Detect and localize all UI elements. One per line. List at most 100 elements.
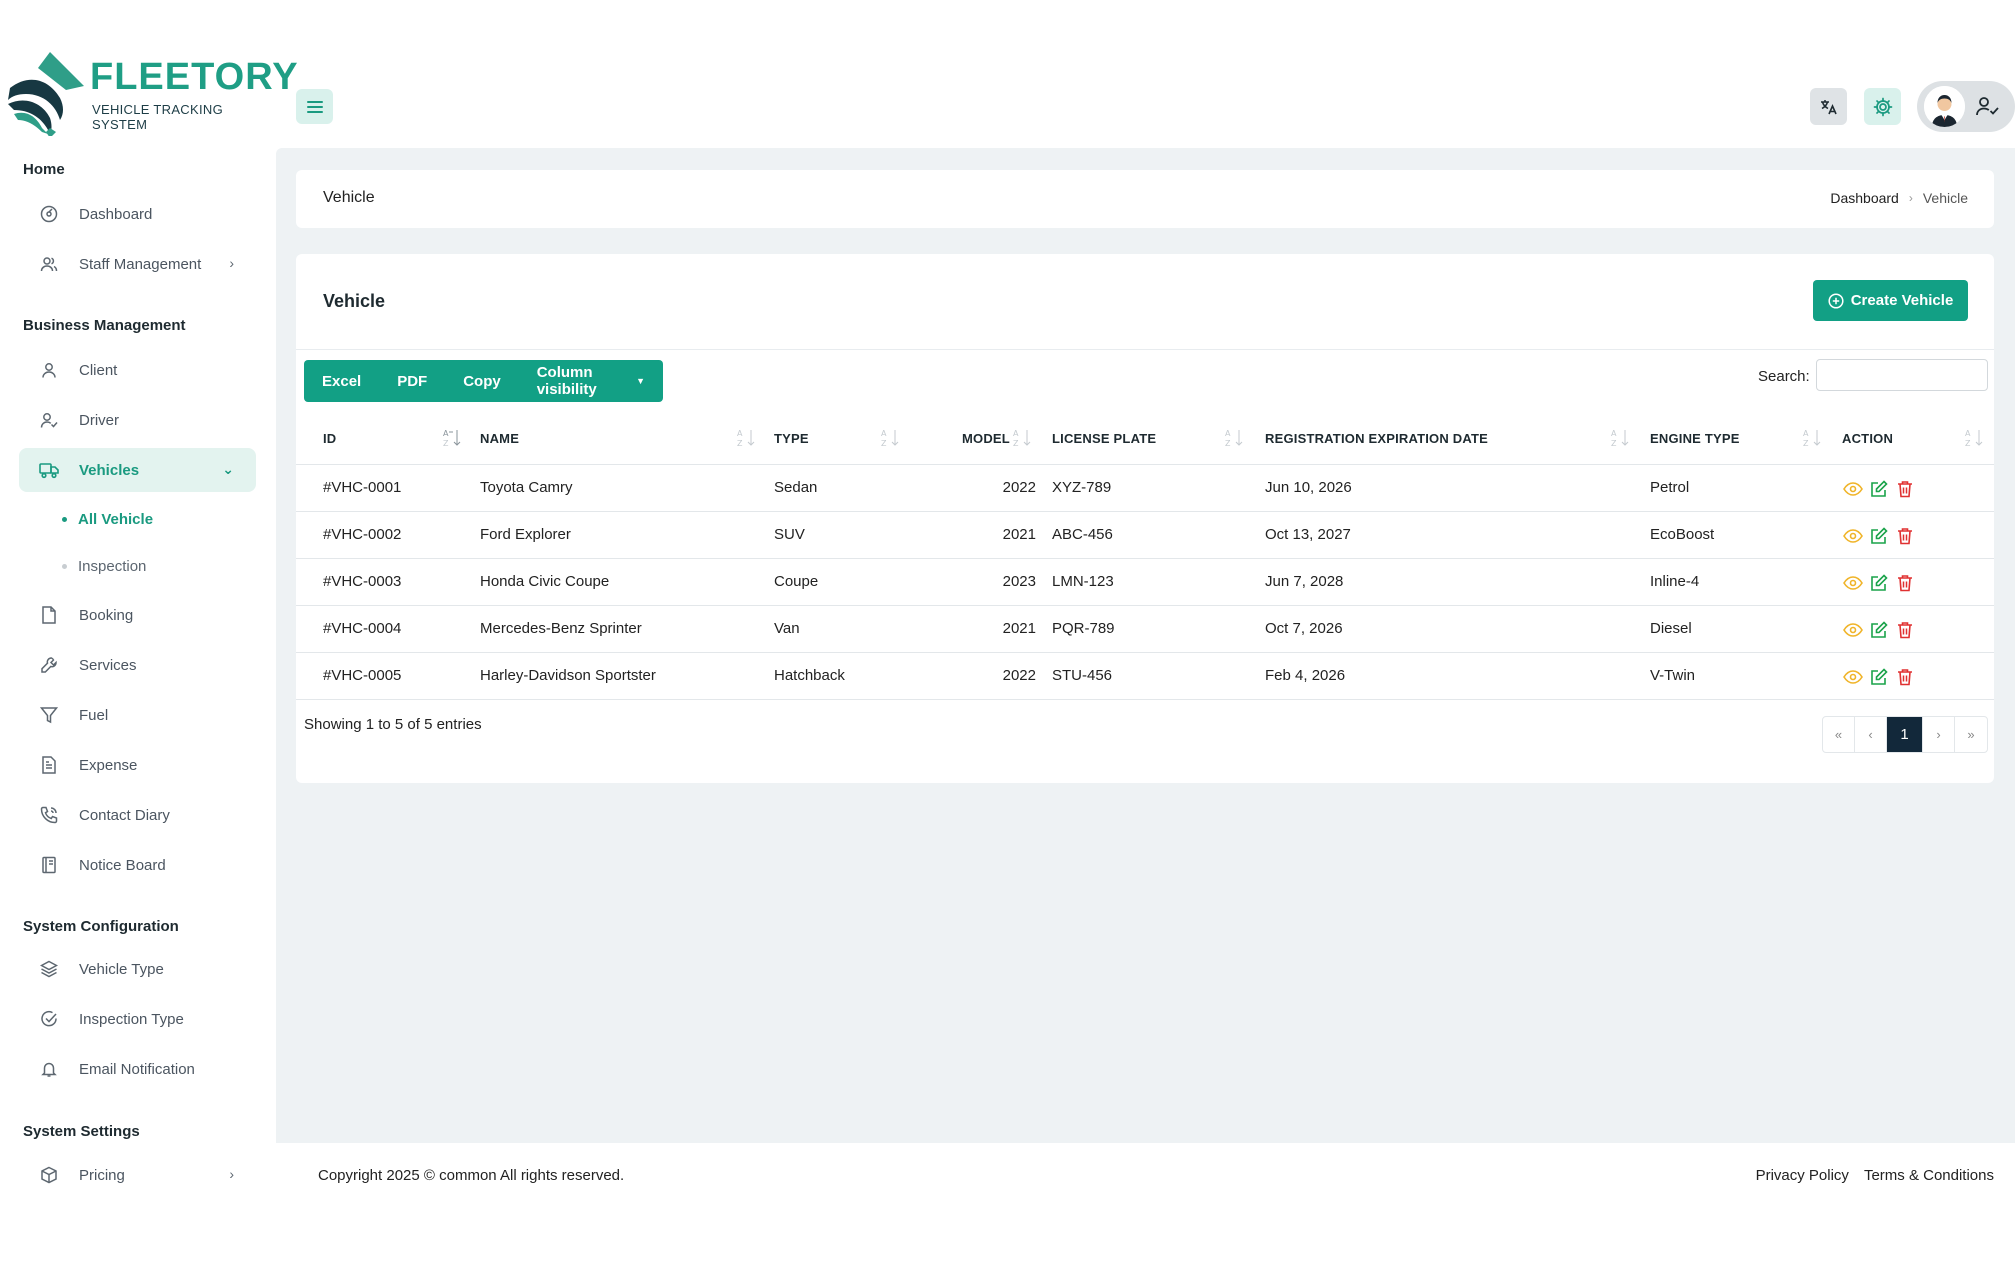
footer-copyright: Copyright 2025 © common All rights reser… [318, 1167, 625, 1184]
sort-icon[interactable]: AZ [1224, 427, 1246, 449]
cell-type: Van [774, 620, 800, 637]
row-actions [1842, 666, 1916, 688]
edit-icon[interactable] [1868, 478, 1890, 500]
cell-engine-type: Petrol [1650, 479, 1690, 496]
sidebar-item-vehicle-type[interactable]: Vehicle Type [19, 947, 256, 991]
column-header-registration-expiration-date[interactable]: REGISTRATION EXPIRATION DATE [1265, 431, 1488, 446]
table-row: #VHC-0002 Ford Explorer SUV 2021 ABC-456… [296, 512, 1994, 559]
file-icon [39, 605, 59, 625]
sidebar-item-label: Dashboard [79, 205, 153, 223]
row-actions [1842, 572, 1916, 594]
svg-text:A: A [443, 429, 449, 438]
sidebar-item-label: Vehicle Type [79, 960, 164, 978]
sidebar-item-dashboard[interactable]: Dashboard [19, 192, 256, 236]
menu-toggle-button[interactable] [296, 89, 333, 124]
column-header-name[interactable]: NAME [480, 431, 519, 446]
column-header-id[interactable]: ID [323, 431, 336, 446]
terms-conditions-link[interactable]: Terms & Conditions [1864, 1167, 1994, 1184]
sidebar-subitem-all-vehicle[interactable]: All Vehicle [62, 504, 153, 534]
user-menu-button[interactable] [1917, 81, 2015, 132]
pagination-last-button[interactable]: » [1955, 717, 1987, 752]
sidebar-item-services[interactable]: Services [19, 643, 256, 687]
check-circle-icon [39, 1009, 59, 1029]
table-row: #VHC-0003 Honda Civic Coupe Coupe 2023 L… [296, 559, 1994, 606]
user-icon [39, 360, 59, 380]
sidebar-subitem-inspection[interactable]: Inspection [62, 551, 146, 581]
sort-ascending-icon[interactable]: AZ [442, 427, 464, 449]
sort-icon[interactable]: AZ [736, 427, 758, 449]
column-header-action: ACTION [1842, 431, 1894, 446]
view-eye-icon[interactable] [1842, 666, 1864, 688]
column-header-model[interactable]: MODEL [962, 431, 1010, 446]
box-icon [39, 1165, 59, 1185]
delete-trash-icon[interactable] [1894, 619, 1916, 641]
sidebar-item-fuel[interactable]: Fuel [19, 693, 256, 737]
sidebar-item-driver[interactable]: Driver [19, 398, 256, 442]
layers-icon [39, 959, 59, 979]
sidebar-item-pricing[interactable]: Pricing › [19, 1153, 256, 1197]
cell-model: 2023 [1002, 573, 1036, 590]
pagination-prev-button[interactable]: ‹ [1855, 717, 1887, 752]
delete-trash-icon[interactable] [1894, 572, 1916, 594]
view-eye-icon[interactable] [1842, 572, 1864, 594]
sort-icon[interactable]: AZ [1964, 427, 1986, 449]
edit-icon[interactable] [1868, 572, 1890, 594]
sidebar-item-label: Notice Board [79, 856, 166, 874]
search-input[interactable] [1816, 359, 1988, 391]
sidebar-item-contact-diary[interactable]: Contact Diary [19, 793, 256, 837]
sidebar-item-email-notification[interactable]: Email Notification [19, 1047, 256, 1091]
sidebar-item-inspection-type[interactable]: Inspection Type [19, 997, 256, 1041]
cell-type: SUV [774, 526, 805, 543]
view-eye-icon[interactable] [1842, 525, 1864, 547]
column-visibility-button[interactable]: Column visibility ▼ [519, 360, 663, 402]
sort-icon[interactable]: AZ [1012, 427, 1034, 449]
sidebar-item-notice-board[interactable]: Notice Board [19, 843, 256, 887]
sidebar-item-staff-management[interactable]: Staff Management › [19, 242, 256, 286]
cell-id: #VHC-0005 [323, 667, 402, 684]
pagination: « ‹ 1 › » [1822, 716, 1988, 753]
delete-trash-icon[interactable] [1894, 478, 1916, 500]
create-vehicle-button[interactable]: Create Vehicle [1813, 280, 1968, 321]
sidebar-item-vehicles[interactable]: Vehicles ⌄ [19, 448, 256, 492]
phone-icon [39, 805, 59, 825]
column-header-type[interactable]: TYPE [774, 431, 809, 446]
brand-tagline: VEHICLE TRACKING SYSTEM [92, 102, 223, 132]
column-header-engine-type[interactable]: ENGINE TYPE [1650, 431, 1740, 446]
section-business-management: Business Management [23, 317, 186, 334]
sort-icon[interactable]: AZ [880, 427, 902, 449]
brand-logo[interactable]: FLEETORY VEHICLE TRACKING SYSTEM [0, 48, 298, 136]
copy-button[interactable]: Copy [445, 360, 519, 402]
edit-icon[interactable] [1868, 525, 1890, 547]
sidebar-item-label: Booking [79, 606, 134, 624]
divider [296, 349, 1994, 350]
edit-icon[interactable] [1868, 619, 1890, 641]
cell-engine-type: Inline-4 [1650, 573, 1700, 590]
pagination-next-button[interactable]: › [1923, 717, 1955, 752]
pagination-first-button[interactable]: « [1823, 717, 1855, 752]
delete-trash-icon[interactable] [1894, 666, 1916, 688]
svg-text:Z: Z [737, 439, 743, 448]
table-row: #VHC-0005 Harley-Davidson Sportster Hatc… [296, 653, 1994, 700]
privacy-policy-link[interactable]: Privacy Policy [1756, 1167, 1849, 1184]
column-header-license-plate[interactable]: LICENSE PLATE [1052, 431, 1156, 446]
sidebar-item-expense[interactable]: Expense [19, 743, 256, 787]
delete-trash-icon[interactable] [1894, 525, 1916, 547]
pdf-button[interactable]: PDF [379, 360, 445, 402]
wrench-icon [39, 655, 59, 675]
sidebar-subitem-label: All Vehicle [78, 510, 154, 528]
breadcrumb-link-dashboard[interactable]: Dashboard [1830, 190, 1899, 206]
pagination-page-button[interactable]: 1 [1887, 717, 1923, 752]
sort-icon[interactable]: AZ [1610, 427, 1632, 449]
dashboard-gauge-icon [39, 204, 59, 224]
settings-button[interactable] [1864, 88, 1901, 125]
cell-license-plate: PQR-789 [1052, 620, 1115, 637]
sidebar-item-booking[interactable]: Booking [19, 593, 256, 637]
view-eye-icon[interactable] [1842, 619, 1864, 641]
edit-icon[interactable] [1868, 666, 1890, 688]
svg-text:A: A [1611, 429, 1617, 438]
sort-icon[interactable]: AZ [1802, 427, 1824, 449]
sidebar-item-client[interactable]: Client [19, 348, 256, 392]
language-button[interactable] [1810, 88, 1847, 125]
view-eye-icon[interactable] [1842, 478, 1864, 500]
excel-button[interactable]: Excel [304, 360, 379, 402]
